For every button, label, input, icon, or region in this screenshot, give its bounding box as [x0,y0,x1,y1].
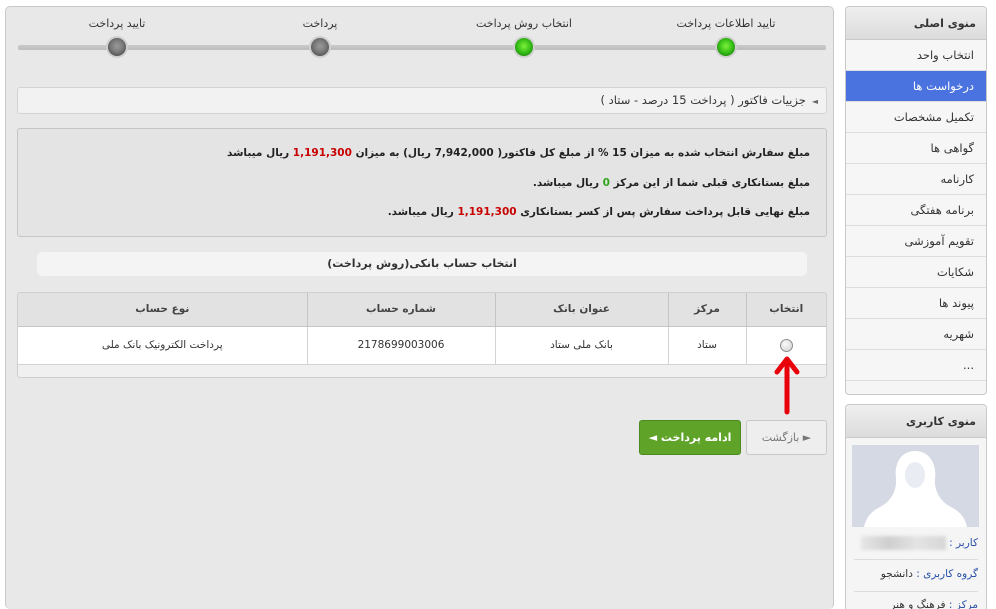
user-avatar [852,445,979,527]
step-label: تایید پرداخت [88,17,146,30]
menu-item-tuition[interactable]: شهریه [846,319,986,350]
main-panel: تایید اطلاعات پرداخت انتخاب روش پرداخت پ… [5,6,834,609]
continue-payment-button[interactable]: ادامه پرداخت ◄ [639,420,741,455]
back-button[interactable]: ► بازگشت [746,420,827,455]
red-arrow-annotation-icon [774,356,800,415]
menu-item-requests[interactable]: درخواست ها [846,71,986,102]
menu-item-links[interactable]: پیوند ها [846,288,986,319]
menu-item-complete-profile[interactable]: تکمیل مشخصات [846,102,986,133]
col-account-header: شماره حساب [306,293,495,327]
user-menu: منوی کاربری کاربر : گروه کاربری : دانشجو… [845,404,987,609]
center-cell: ستاد [667,326,746,365]
user-group-label: گروه کاربری : [916,568,978,580]
step-choose-method: انتخاب روش پرداخت [459,17,589,56]
menu-item-weekly-schedule[interactable]: برنامه هفتگی [846,195,986,226]
step-pending-indicator-icon [311,38,329,56]
col-select-header: انتخاب [745,293,826,327]
final-amount: 1,191,300 [457,206,517,218]
step-label: تایید اطلاعات پرداخت [676,17,776,30]
bank-cell: بانک ملی ستاد [494,326,668,365]
progress-track [18,45,826,50]
divider [854,559,978,560]
payment-info-box: مبلغ سفارش انتخاب شده به میزان 15 % از م… [17,128,827,237]
menu-item-transcript[interactable]: کارنامه [846,164,986,195]
invoice-details-header[interactable]: ◄ جزییات فاکتور ( پرداخت 15 درصد - ستاد ) [17,87,827,114]
account-type-cell: پرداخت الکترونیک بانک ملی [18,326,307,365]
menu-item-complaints[interactable]: شکایات [846,257,986,288]
final-amount-line: مبلغ نهایی قابل پرداخت سفارش پس از کسر ب… [387,206,810,218]
order-amount-line: مبلغ سفارش انتخاب شده به میزان 15 % از م… [227,147,810,159]
menu-item-select-units[interactable]: انتخاب واحد [846,40,986,71]
user-label: کاربر : [949,537,978,549]
step-confirm-info: تایید اطلاعات پرداخت [661,17,791,56]
user-center-value: فرهنگ و هنر [890,599,946,609]
bank-accounts-table: انتخاب مرکز عنوان بانک شماره حساب نوع حس… [17,292,827,378]
user-group-line: گروه کاربری : دانشجو [881,568,978,580]
menu-item-certificates[interactable]: گواهی ها [846,133,986,164]
menu-item-academic-calendar[interactable]: تقویم آموزشی [846,226,986,257]
divider [854,591,978,592]
credit-amount-line: مبلغ بستانکاری قبلی شما از این مرکز 0 ری… [532,177,810,189]
bank-account-section-title: انتخاب حساب بانکی(روش پرداخت) [37,252,807,276]
step-done-indicator-icon [515,38,533,56]
account-number-cell: 2178699003006 [306,326,495,365]
step-done-indicator-icon [717,38,735,56]
account-radio[interactable] [779,338,793,352]
main-menu-title: منوی اصلی [846,7,986,40]
step-label: پرداخت [302,17,338,30]
main-menu: منوی اصلی انتخاب واحد درخواست ها تکمیل م… [845,6,987,395]
user-name-line: کاربر : [857,536,978,550]
step-pending-indicator-icon [108,38,126,56]
user-menu-title: منوی کاربری [846,405,986,438]
user-name-redacted [860,536,946,550]
menu-item-more[interactable]: ... [846,350,986,381]
col-center-header: مرکز [667,293,746,327]
user-center-label: مرکز : [948,599,978,609]
order-amount: 1,191,300 [292,147,352,159]
step-payment: پرداخت [255,17,385,56]
table-header-row: انتخاب مرکز عنوان بانک شماره حساب نوع حس… [18,293,826,327]
step-label: انتخاب روش پرداخت [476,17,572,30]
user-group-value: دانشجو [880,568,913,580]
step-confirm-payment: تایید پرداخت [52,17,182,56]
person-silhouette-icon [852,445,979,527]
col-type-header: نوع حساب [18,293,307,327]
credit-amount: 0 [602,177,610,189]
invoice-details-title: جزییات فاکتور ( پرداخت 15 درصد - ستاد ) [600,93,806,107]
table-row[interactable]: ستاد بانک ملی ستاد 2178699003006 پرداخت … [18,326,826,365]
user-center-line: مرکز : فرهنگ و هنر [890,599,978,609]
expand-arrow-icon[interactable]: ◄ [812,97,818,106]
col-bank-header: عنوان بانک [494,293,668,327]
